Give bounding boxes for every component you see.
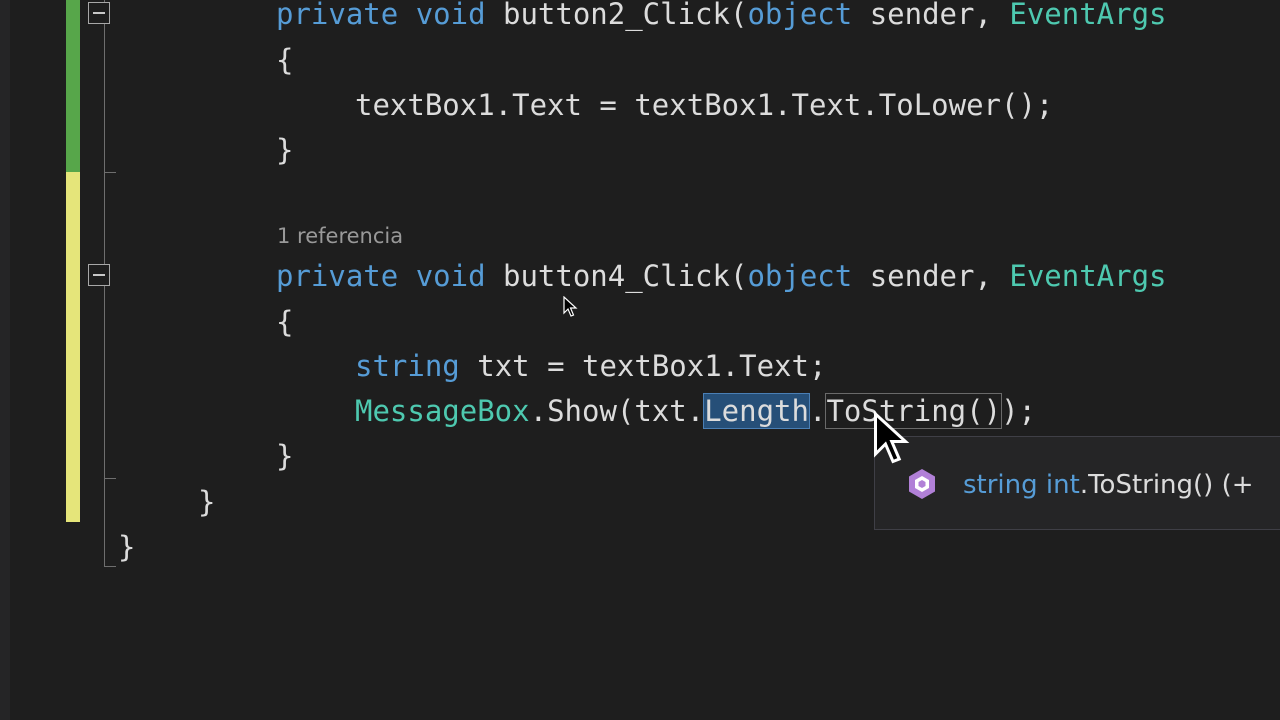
codelens-references[interactable]: 1 referencia <box>277 221 403 251</box>
param-sender: sender, <box>869 0 992 31</box>
keyword-private: private <box>276 0 399 31</box>
type-eventargs: EventArgs <box>1009 0 1167 31</box>
code-line-string-txt[interactable]: string txt = textBox1.Text; <box>355 346 826 386</box>
method-name: button4_Click <box>503 259 730 293</box>
code-line-namespace-close-brace[interactable]: } <box>118 527 135 567</box>
keyword-string: string <box>963 470 1038 500</box>
keyword-private: private <box>276 259 399 293</box>
mouse-cursor-icon <box>563 296 578 317</box>
code-line-method2-signature[interactable]: private void button2_Click(object sender… <box>276 0 1167 34</box>
quick-info-tooltip: string int.ToString() (+ <box>874 436 1280 530</box>
mouse-pointer-icon <box>874 410 910 464</box>
method-icon <box>909 469 935 499</box>
collapse-button2-click-toggle[interactable] <box>88 2 110 24</box>
open-paren: ( <box>729 0 748 31</box>
tooltip-signature: string int.ToString() (+ <box>963 465 1254 505</box>
code-line-messagebox-show[interactable]: MessageBox.Show(txt.Length.ToString()); <box>355 391 1036 431</box>
type-eventargs: EventArgs <box>1009 259 1167 293</box>
tostring-call[interactable]: ToString() <box>825 393 1003 429</box>
method-name: button2_Click <box>503 0 730 31</box>
selected-text-length[interactable]: Length <box>703 393 810 429</box>
outline-tick <box>104 172 116 173</box>
outline-tick <box>104 478 116 479</box>
statement-end: ); <box>1001 394 1036 428</box>
assignment-text: txt = textBox1.Text; <box>477 349 827 383</box>
code-editor[interactable]: private void button2_Click(object sender… <box>0 0 1280 720</box>
signature-rest: .ToString() (+ <box>1079 470 1254 500</box>
outline-tick <box>104 566 116 567</box>
saved-change-indicator <box>66 0 80 172</box>
param-sender: sender, <box>869 259 992 293</box>
code-line-close-brace[interactable]: } <box>276 436 293 476</box>
unsaved-change-indicator <box>66 172 80 522</box>
keyword-void: void <box>415 259 486 293</box>
code-line-open-brace[interactable]: { <box>276 302 293 342</box>
show-call: .Show(txt. <box>529 394 705 428</box>
code-line-open-brace[interactable]: { <box>276 40 293 80</box>
open-paren: ( <box>729 259 748 293</box>
code-line-class-close-brace[interactable]: } <box>198 482 215 522</box>
editor-margin <box>0 0 10 720</box>
keyword-object: object <box>747 259 853 293</box>
type-messagebox: MessageBox <box>355 394 530 428</box>
code-line-method4-signature[interactable]: private void button4_Click(object sender… <box>276 256 1167 296</box>
keyword-int: int <box>1045 470 1080 500</box>
code-line-tolower[interactable]: textBox1.Text = textBox1.Text.ToLower(); <box>355 85 1053 125</box>
keyword-object: object <box>747 0 853 31</box>
keyword-void: void <box>415 0 486 31</box>
code-line-close-brace[interactable]: } <box>276 130 293 170</box>
keyword-string: string <box>355 349 460 383</box>
collapse-button4-click-toggle[interactable] <box>88 264 110 286</box>
dot: . <box>808 394 827 428</box>
